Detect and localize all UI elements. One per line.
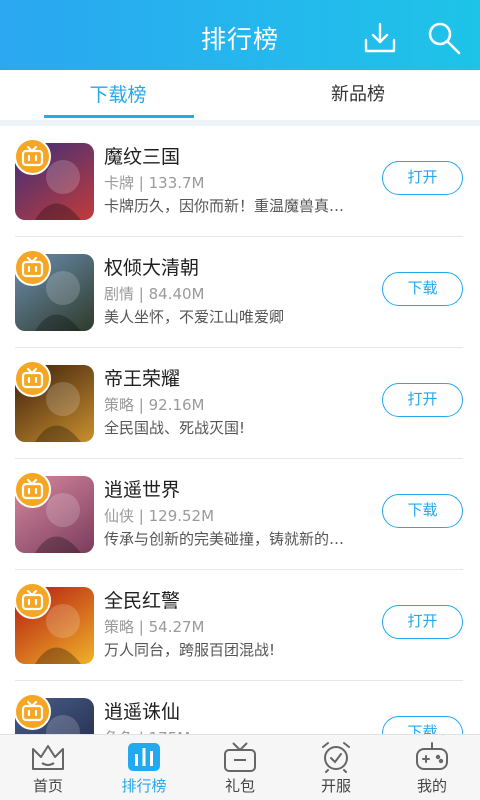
hot-badge-icon [14,582,51,619]
nav-label-mine: 我的 [416,777,447,795]
app-meta: 卡牌 | 133.7M [104,172,205,193]
hot-badge-icon [14,249,51,286]
meta-separator: | [134,507,149,525]
qq-badge-icon [87,216,94,220]
app-action-button[interactable]: 打开 [382,383,463,417]
app-size: 92.16M [148,396,205,414]
qq-badge-icon [87,438,94,442]
app-description: 万人同台，跨服百团混战! [104,641,276,659]
ranking-tabs: 下载榜 新品榜 [0,70,480,120]
app-name[interactable]: 权倾大清朝 [104,253,199,280]
app-meta: 策略 | 54.27M [104,616,205,637]
page-title: 排行榜 [200,25,279,54]
nav-label-gift: 礼包 [224,777,255,795]
app-category: 卡牌 [104,174,135,192]
app-action-button[interactable]: 打开 [382,605,463,639]
meta-separator: | [134,618,149,636]
hot-badge-icon [14,693,51,730]
hot-badge-icon [14,471,51,508]
app-name[interactable]: 全民红警 [104,586,180,613]
app-action-button[interactable]: 下载 [382,272,463,306]
app-row[interactable]: 魔纹三国卡牌 | 133.7M 卡牌历久，因你而新！重温魔兽真… 打开 [0,126,480,237]
hot-badge-icon [14,360,51,397]
nav-item-server[interactable]: 开服 [288,735,384,800]
app-header: 排行榜 [0,0,480,70]
nav-item-gift[interactable]: 礼包 [192,735,288,800]
app-category: 策略 [104,396,135,414]
app-category: 策略 [104,618,135,636]
app-row[interactable]: 逍遥世界仙侠 | 129.52M 传承与创新的完美碰撞，铸就新的… 下载 [0,459,480,570]
app-action-button[interactable]: 下载 [382,716,463,734]
alarm-clock-icon [322,742,350,773]
ranking-icon [128,743,160,771]
active-tab-indicator [44,115,194,118]
app-name[interactable]: 逍遥诛仙 [104,697,180,724]
app-name[interactable]: 帝王荣耀 [104,364,180,391]
tab-download-ranking[interactable]: 下载榜 [18,70,218,120]
app-description: 传承与创新的完美碰撞，铸就新的… [104,530,345,548]
app-size: 133.7M [148,174,205,192]
search-icon[interactable] [426,20,462,56]
app-row[interactable]: 帝王荣耀策略 | 92.16M 全民国战、死战灭国! 打开 [0,348,480,459]
app-description: 全民国战、死战灭国! [104,419,246,437]
app-category: 剧情 [104,285,135,303]
app-name[interactable]: 魔纹三国 [104,142,180,169]
app-meta: 剧情 | 84.40M [104,283,205,304]
meta-separator: | [134,285,149,303]
nav-label-home: 首页 [32,777,63,795]
nav-label-ranking: 排行榜 [121,777,167,795]
meta-separator: | [134,396,149,414]
app-category: 仙侠 [104,507,135,525]
bottom-nav: 首页 排行榜 礼包 开服 我的 [0,734,480,800]
qq-badge-icon [87,549,94,553]
app-row[interactable]: 权倾大清朝剧情 | 84.40M 美人坐怀，不爱江山唯爱卿 下载 [0,237,480,348]
app-row[interactable]: 逍遥诛仙角色 | 175M 下载 [0,681,480,734]
nav-item-mine[interactable]: 我的 [384,735,480,800]
gift-tv-icon [224,742,256,772]
nav-item-home[interactable]: 首页 [0,735,96,800]
app-row[interactable]: 全民红警策略 | 54.27M 万人同台，跨服百团混战! 打开 [0,570,480,681]
app-list[interactable]: 魔纹三国 卡牌 | 133.7M 卡牌历久，因你而新！重温魔兽真… 打开 权倾大清朝 剧情… [0,126,480,734]
hot-badge-icon [14,138,51,175]
app-action-button[interactable]: 下载 [382,494,463,528]
qq-badge-icon [87,660,94,664]
meta-separator: | [134,174,149,192]
nav-item-ranking[interactable]: 排行榜 [96,735,192,800]
download-icon[interactable] [362,20,398,56]
app-meta: 角色 | 175M [104,727,190,734]
app-description: 卡牌历久，因你而新！重温魔兽真… [104,197,345,215]
app-size: 54.27M [148,618,205,636]
qq-badge-icon [87,327,94,331]
app-meta: 仙侠 | 129.52M [104,505,214,526]
gamepad-icon [416,742,448,770]
app-description: 美人坐怀，不爱江山唯爱卿 [104,308,285,326]
app-size: 129.52M [148,507,215,525]
crown-icon [32,745,64,770]
app-name[interactable]: 逍遥世界 [104,475,180,502]
app-meta: 策略 | 92.16M [104,394,205,415]
app-action-button[interactable]: 打开 [382,161,463,195]
nav-label-server: 开服 [320,777,351,795]
app-size: 84.40M [148,285,205,303]
tab-new-ranking[interactable]: 新品榜 [258,70,458,120]
